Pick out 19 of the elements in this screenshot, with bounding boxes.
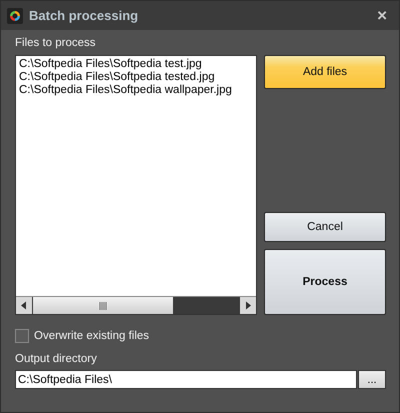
scroll-right-icon[interactable] — [240, 297, 256, 314]
files-label: Files to process — [15, 37, 97, 49]
scrollbar-thumb[interactable] — [33, 297, 173, 314]
horizontal-scrollbar[interactable] — [16, 296, 256, 314]
file-item[interactable]: C:\Softpedia Files\Softpedia wallpaper.jpg — [19, 84, 253, 97]
overwrite-label: Overwrite existing files — [34, 330, 150, 342]
cancel-button[interactable]: Cancel — [264, 212, 386, 242]
process-button[interactable]: Process — [264, 249, 386, 315]
add-button[interactable]: Add files — [264, 55, 386, 89]
output-label: Output directory — [15, 353, 98, 365]
overwrite-checkbox[interactable] — [15, 329, 29, 343]
browse-button[interactable]: ... — [358, 370, 386, 389]
app-logo-icon — [7, 8, 23, 24]
window-title: Batch processing — [29, 8, 140, 23]
scroll-left-icon[interactable] — [16, 297, 32, 314]
output-directory-field[interactable]: C:\Softpedia Files\ — [15, 370, 357, 389]
close-button[interactable]: × — [375, 7, 389, 24]
file-item[interactable]: C:\Softpedia Files\Softpedia tested.jpg — [19, 71, 253, 84]
file-item[interactable]: C:\Softpedia Files\Softpedia test.jpg — [19, 58, 253, 71]
